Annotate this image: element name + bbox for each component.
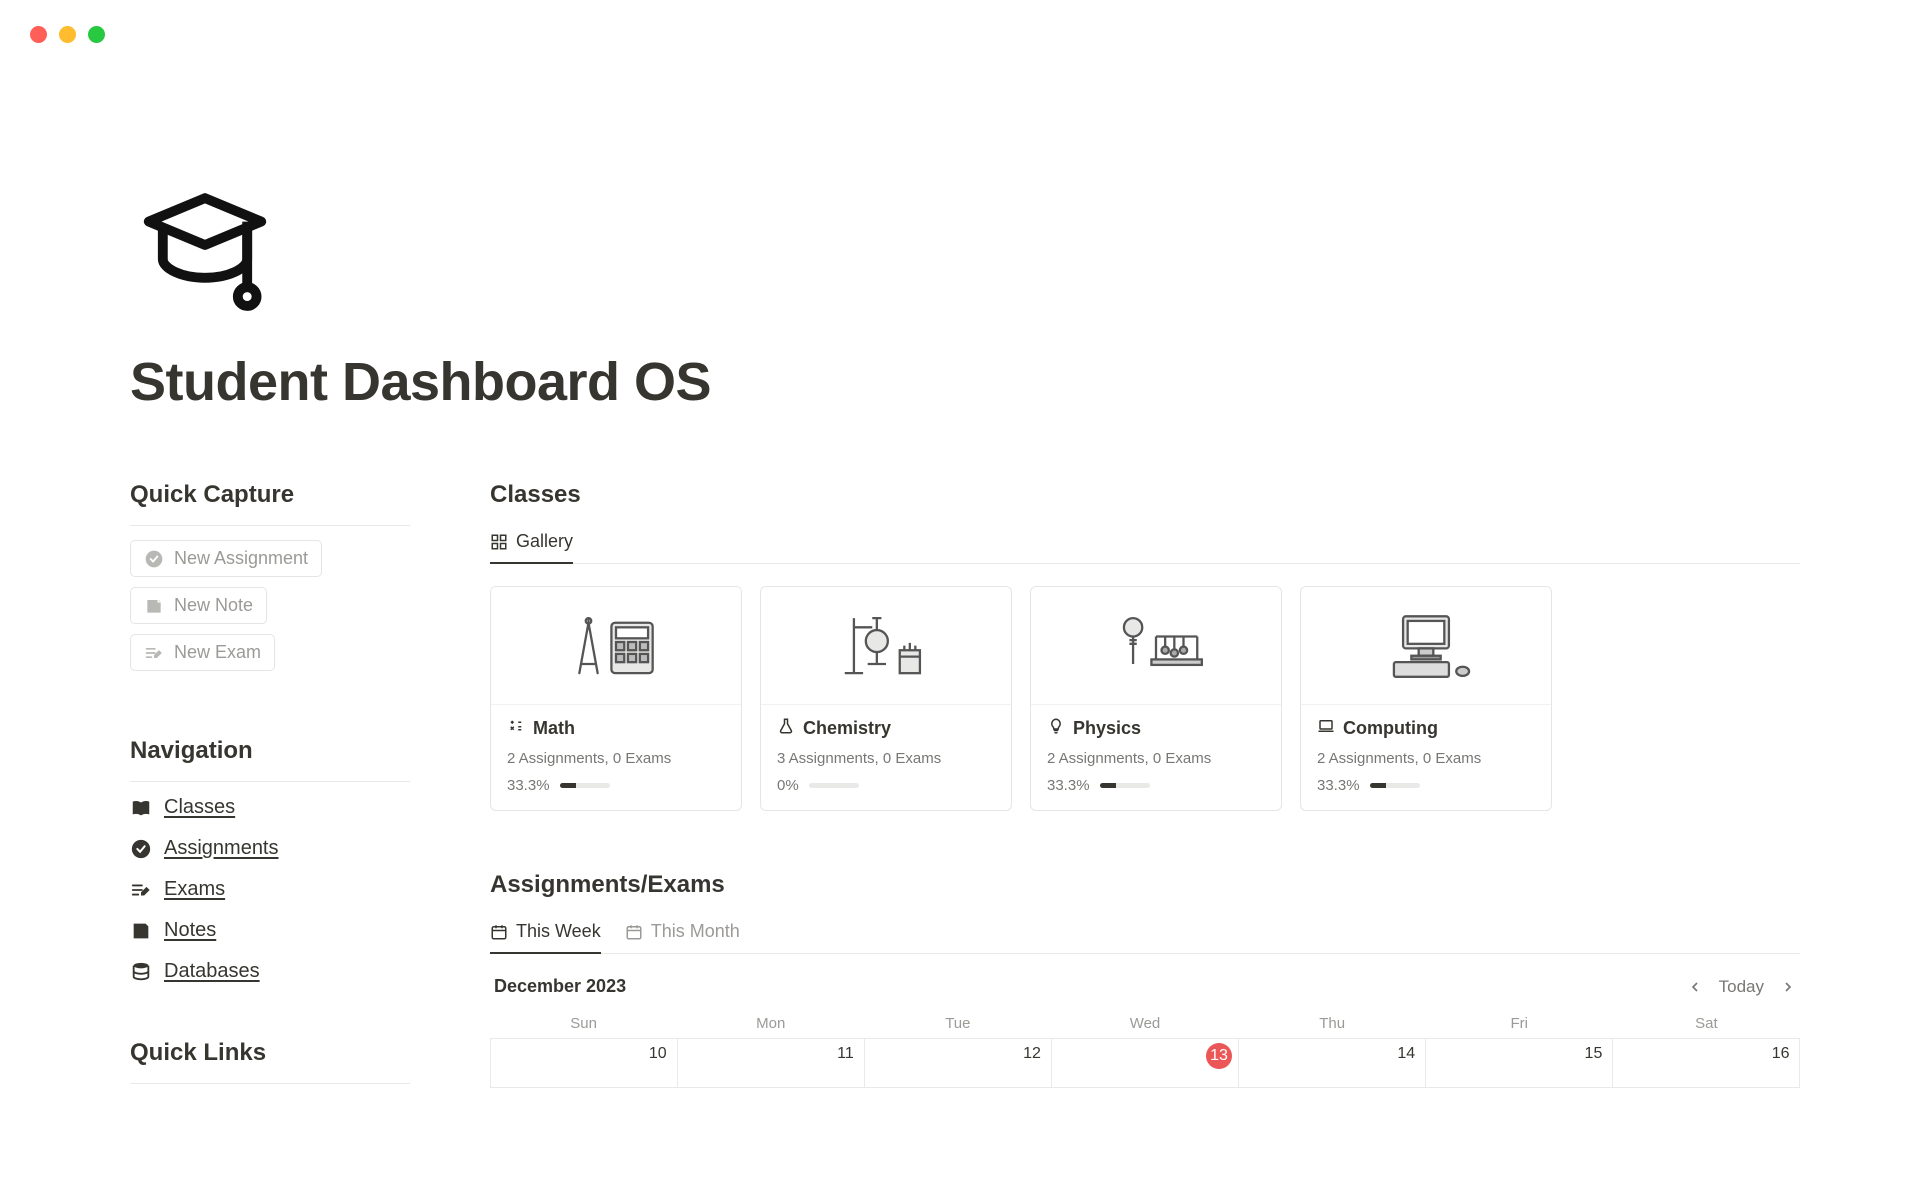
pencil-lines-icon (144, 643, 164, 663)
calendar-today-button[interactable]: Today (1719, 977, 1764, 997)
class-card-physics[interactable]: Physics 2 Assignments, 0 Exams 33.3% (1030, 586, 1282, 811)
card-illustration (1031, 587, 1281, 705)
gallery-icon (490, 533, 508, 551)
calendar-day-number: 16 (1772, 1045, 1790, 1063)
calendar-dow: Tue (864, 1009, 1051, 1038)
nav-exams[interactable]: Exams (130, 878, 410, 901)
calendar-dow: Fri (1426, 1009, 1613, 1038)
calendar-dow: Mon (677, 1009, 864, 1038)
calendar-dow: Sat (1613, 1009, 1800, 1038)
divider (130, 525, 410, 526)
tab-this-week[interactable]: This Week (490, 921, 601, 954)
calendar-dow: Sun (490, 1009, 677, 1038)
pencil-lines-icon (130, 879, 152, 901)
tab-this-month[interactable]: This Month (625, 921, 740, 954)
card-title-text: Math (533, 718, 575, 739)
calendar-day-number: 13 (1206, 1043, 1232, 1069)
progress-bar (1100, 783, 1150, 788)
calendar-day-number: 12 (1023, 1045, 1041, 1063)
chevron-right-icon (1780, 979, 1796, 995)
nav-notes[interactable]: Notes (130, 919, 410, 942)
book-open-icon (130, 797, 152, 819)
flask-icon (777, 717, 795, 740)
class-card-computing[interactable]: Computing 2 Assignments, 0 Exams 33.3% (1300, 586, 1552, 811)
classes-heading: Classes (490, 481, 1800, 509)
nav-assignments[interactable]: Assignments (130, 837, 410, 860)
calendar-day-cell[interactable]: 10 (490, 1038, 678, 1088)
calendar-day-number: 14 (1397, 1045, 1415, 1063)
window-traffic-lights (30, 26, 105, 43)
calendar-month-label: December 2023 (494, 976, 626, 997)
assignments-exams-heading: Assignments/Exams (490, 871, 1800, 899)
card-meta: 3 Assignments, 0 Exams (777, 750, 995, 767)
window-close-icon[interactable] (30, 26, 47, 43)
view-tab-gallery[interactable]: Gallery (490, 531, 573, 564)
progress-bar (560, 783, 610, 788)
progress-bar (1370, 783, 1420, 788)
calendar-day-cell[interactable]: 12 (864, 1038, 1052, 1088)
math-icon (507, 717, 525, 740)
quick-capture-heading: Quick Capture (130, 481, 410, 509)
card-percent: 33.3% (507, 777, 550, 794)
calendar-day-number: 11 (837, 1045, 854, 1063)
card-title-text: Computing (1343, 718, 1438, 739)
card-illustration (761, 587, 1011, 705)
nav-classes[interactable]: Classes (130, 796, 410, 819)
card-percent: 0% (777, 777, 799, 794)
nav-databases[interactable]: Databases (130, 960, 410, 983)
calendar-day-number: 15 (1585, 1045, 1603, 1063)
calendar-prev-button[interactable] (1687, 979, 1703, 995)
progress-bar (809, 783, 859, 788)
card-illustration (491, 587, 741, 705)
window-minimize-icon[interactable] (59, 26, 76, 43)
chevron-left-icon (1687, 979, 1703, 995)
new-exam-button[interactable]: New Exam (130, 634, 275, 671)
calendar-day-cell[interactable]: 11 (677, 1038, 865, 1088)
card-meta: 2 Assignments, 0 Exams (507, 750, 725, 767)
new-note-button[interactable]: New Note (130, 587, 267, 624)
calendar-day-number: 10 (649, 1045, 667, 1063)
calendar-dow: Wed (1051, 1009, 1238, 1038)
note-icon (130, 920, 152, 942)
window-zoom-icon[interactable] (88, 26, 105, 43)
calendar-icon (625, 923, 643, 941)
calendar-icon (490, 923, 508, 941)
new-assignment-button[interactable]: New Assignment (130, 540, 322, 577)
page-icon-graduation-cap (130, 170, 1800, 325)
ae-view-tabs: This Week This Month (490, 921, 1800, 954)
note-icon (144, 596, 164, 616)
card-meta: 2 Assignments, 0 Exams (1047, 750, 1265, 767)
check-circle-icon (144, 549, 164, 569)
card-percent: 33.3% (1047, 777, 1090, 794)
card-title-text: Physics (1073, 718, 1141, 739)
card-title-text: Chemistry (803, 718, 891, 739)
classes-view-tabs: Gallery (490, 531, 1800, 564)
calendar-day-cell[interactable]: 15 (1425, 1038, 1613, 1088)
quick-links-heading: Quick Links (130, 1039, 410, 1067)
bulb-icon (1047, 717, 1065, 740)
divider (130, 781, 410, 782)
class-card-chemistry[interactable]: Chemistry 3 Assignments, 0 Exams 0% (760, 586, 1012, 811)
card-meta: 2 Assignments, 0 Exams (1317, 750, 1535, 767)
navigation-heading: Navigation (130, 737, 410, 765)
laptop-icon (1317, 717, 1335, 740)
calendar-day-cell[interactable]: 13 (1051, 1038, 1239, 1088)
card-percent: 33.3% (1317, 777, 1360, 794)
check-circle-icon (130, 838, 152, 860)
database-icon (130, 961, 152, 983)
calendar-day-cell[interactable]: 16 (1612, 1038, 1800, 1088)
calendar-dow: Thu (1239, 1009, 1426, 1038)
page-title: Student Dashboard OS (130, 351, 1800, 413)
card-illustration (1301, 587, 1551, 705)
divider (130, 1083, 410, 1084)
class-card-math[interactable]: Math 2 Assignments, 0 Exams 33.3% (490, 586, 742, 811)
calendar-day-cell[interactable]: 14 (1238, 1038, 1426, 1088)
calendar-next-button[interactable] (1780, 979, 1796, 995)
